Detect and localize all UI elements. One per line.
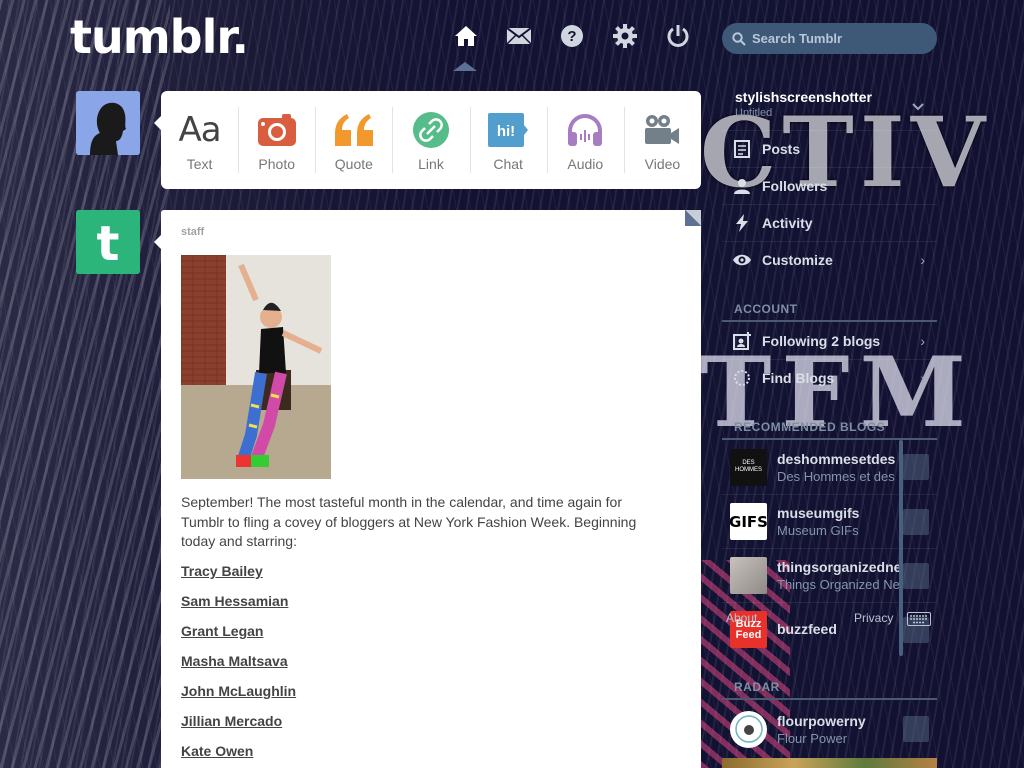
post-photo[interactable] [181,255,331,479]
list-item: Kate Owen [181,743,296,768]
dashboard-post: staff September! The most tasteful month… [161,210,701,768]
post-link-list: Tracy Bailey Sam Hessamian Grant Legan M… [181,563,296,768]
find-blogs-icon [722,369,762,387]
svg-text:t: t [97,216,120,272]
recommended-scrollbar[interactable] [899,440,903,656]
text-icon: Aa [178,110,222,150]
blogger-link[interactable]: Masha Maltsava [181,653,288,669]
new-chat-post-button[interactable]: hi! Chat [469,91,547,189]
search-bar[interactable] [722,23,937,54]
activity-icon [722,214,762,232]
chat-icon: hi! [488,108,529,152]
video-camera-icon [644,108,680,152]
blog-avatar [730,710,767,748]
follow-button[interactable] [903,562,929,589]
blogger-link[interactable]: Jillian Mercado [181,713,282,729]
blog-title: Museum GIFs [777,523,859,538]
account-section-label: ACCOUNT [734,302,798,316]
blogger-link[interactable]: Kate Owen [181,743,253,759]
sidebar-item-followers[interactable]: Followers [722,167,937,204]
blogger-link[interactable]: John McLaughlin [181,683,296,699]
blog-avatar [730,557,767,594]
list-item: Grant Legan [181,623,296,653]
search-input[interactable] [752,31,922,46]
quote-icon [333,108,375,152]
blogger-link[interactable]: Grant Legan [181,623,263,639]
post-box-pointer [154,116,161,130]
new-audio-post-button[interactable]: Audio [546,91,624,189]
tumblr-logo[interactable]: tumblr. [70,10,249,64]
follow-button[interactable] [903,454,929,480]
sidebar-item-customize[interactable]: Customize › [722,241,937,278]
list-item: Tracy Bailey [181,563,296,593]
footer-about-link[interactable]: About [726,611,757,625]
chevron-right-icon: › [920,332,925,349]
blog-title: Things Organized Ne [777,577,900,592]
chevron-down-icon[interactable] [912,103,924,111]
post-corner-fold[interactable] [685,210,701,226]
recommended-blog-item[interactable]: GIFS museumgifs Museum GIFs [722,494,937,548]
sidebar-item-following[interactable]: Following 2 blogs › [722,322,937,359]
radar-blog-item[interactable]: flourpowerny Flour Power [722,702,937,756]
svg-text:hi!: hi! [497,123,515,140]
post-body-text: September! The most tasteful month in th… [181,494,637,549]
blogger-link[interactable]: Sam Hessamian [181,593,288,609]
help-icon[interactable]: ? [558,22,586,50]
eye-icon [722,253,762,267]
new-link-post-button[interactable]: Link [392,91,469,189]
sidebar-blog-subtitle: Untitled [735,107,773,119]
sidebar-item-posts[interactable]: Posts [722,130,937,167]
new-photo-post-button[interactable]: Photo [238,91,315,189]
list-item: Sam Hessamian [181,593,296,623]
post-type-selector: Aa Text Photo Quote Link hi! Chat Audio [161,91,701,189]
list-item: Masha Maltsava [181,653,296,683]
power-icon[interactable] [664,22,692,50]
sidebar-item-activity[interactable]: Activity [722,204,937,241]
radar-post-preview[interactable] [722,758,937,768]
recommended-section-label: RECOMMENDED BLOGS [734,420,886,434]
sidebar-blog-name[interactable]: stylishscreenshotter [735,89,872,105]
svg-text:?: ? [567,28,576,45]
footer-privacy-link[interactable]: Privacy [854,611,893,625]
blog-name: museumgifs [777,505,860,521]
followers-icon [722,178,762,194]
new-video-post-button[interactable]: Video [623,91,701,189]
blog-avatar: GIFS [730,503,767,540]
chevron-right-icon: › [920,370,925,386]
posts-icon [722,140,762,158]
blog-name: flourpowerny [777,712,866,729]
list-item: John McLaughlin [181,683,296,713]
recommended-blog-item[interactable]: thingsorganizedne Things Organized Ne [722,548,937,602]
follow-button[interactable] [903,716,929,742]
post-pointer [154,235,161,249]
blog-name: deshommesetdes [777,450,896,467]
home-icon[interactable] [452,22,480,50]
settings-icon[interactable] [611,22,639,50]
active-nav-indicator [453,62,477,71]
blog-title: Flour Power [777,730,848,746]
blog-avatar: DES HOMMES [730,448,767,486]
staff-avatar[interactable]: t [76,210,140,274]
blog-name: thingsorganizedne [777,559,902,575]
headphones-icon [566,108,604,152]
recommended-blog-item[interactable]: DES HOMMES deshommesetdes Des Hommes et d… [722,440,937,494]
blog-title: Des Hommes et des [777,468,895,484]
blogger-link[interactable]: Tracy Bailey [181,563,263,579]
sidebar-item-find-blogs[interactable]: Find Blogs › [722,359,937,396]
mail-icon[interactable] [505,22,533,50]
link-icon [412,108,449,152]
camera-icon [257,108,296,152]
post-author[interactable]: staff [181,226,204,238]
search-icon [732,31,746,46]
radar-section-label: RADAR [734,680,780,694]
section-divider [722,698,937,700]
list-item: Jillian Mercado [181,713,296,743]
follow-button[interactable] [903,508,929,535]
following-icon [722,331,762,350]
keyboard-icon[interactable] [907,612,931,626]
user-avatar[interactable] [76,91,140,155]
new-text-post-button[interactable]: Aa Text [161,91,238,189]
chevron-right-icon: › [920,252,925,268]
new-quote-post-button[interactable]: Quote [315,91,392,189]
